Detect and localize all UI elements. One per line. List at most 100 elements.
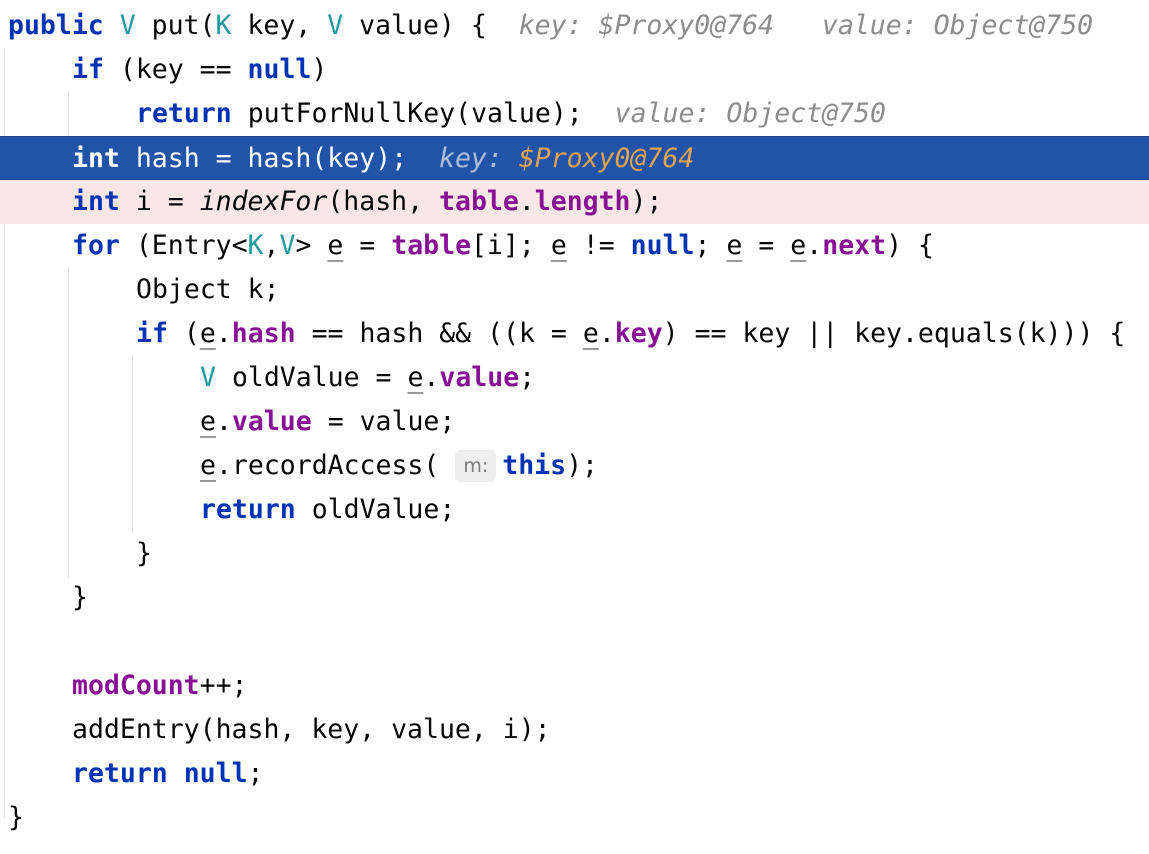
code-text: != (582, 230, 615, 261)
method-call: indexFor (199, 186, 328, 217)
code-text: oldValue = (231, 362, 392, 393)
debug-inline-value: key: $Proxy0@764 (439, 143, 694, 174)
code-text: ) (311, 54, 328, 85)
keyword: return (136, 98, 232, 129)
code-editor[interactable]: public V put(K key, V value) { key: $Pro… (0, 0, 1149, 854)
code-line-1[interactable]: public V put(K key, V value) { key: $Pro… (0, 4, 1149, 48)
keyword: int (72, 143, 120, 174)
code-line-2[interactable]: if (key == null) (0, 48, 1149, 92)
debug-var-name: value: (821, 10, 918, 41)
code-text: .recordAccess( (215, 450, 440, 481)
field-ref: hash (231, 318, 296, 349)
code-text: . (215, 406, 232, 437)
code-text: put( (151, 10, 216, 41)
debug-var-value: Object@750 (933, 10, 1094, 41)
debug-var-name: value: (614, 98, 711, 129)
debug-inline-value: value: Object@750 (822, 10, 1093, 41)
field-ref: value (231, 406, 312, 437)
keyword: public (8, 10, 104, 41)
field-ref: table (391, 230, 472, 261)
field-ref: key (614, 318, 663, 349)
code-line-10[interactable]: e.value = value; (0, 400, 1149, 444)
code-text: = value; (327, 406, 456, 437)
code-line-16[interactable]: modCount++; (0, 664, 1149, 708)
field-ref: table (439, 186, 519, 217)
variable-ref: e (790, 230, 807, 261)
code-text: . (806, 230, 823, 261)
debug-inline-value: key: $Proxy0@764 (519, 10, 774, 41)
field-ref: modCount (72, 670, 200, 701)
code-line-9[interactable]: V oldValue = e.value; (0, 356, 1149, 400)
code-text: == hash && ((k = (311, 318, 567, 349)
keyword: if (72, 54, 104, 85)
keyword: return (72, 758, 168, 789)
code-line-7[interactable]: Object k; (0, 268, 1149, 312)
debug-var-name: key: (518, 10, 583, 41)
code-line-5[interactable]: int i = indexFor(hash, table.length); (0, 180, 1149, 224)
variable-ref: e (407, 362, 424, 393)
debug-var-name: key: (439, 143, 503, 174)
code-text: addEntry(hash, key, value, i); (72, 714, 551, 745)
code-text: ) == key || key.equals(k))) { (662, 318, 1126, 349)
type-param: V (279, 230, 296, 261)
code-line-17[interactable]: addEntry(hash, key, value, i); (0, 708, 1149, 752)
code-text: ); (566, 450, 598, 481)
closing-brace: } (136, 538, 152, 569)
variable-ref: e (199, 318, 216, 349)
code-text: value) { (359, 10, 487, 41)
code-text: Object k; (136, 274, 280, 305)
field-ref: length (534, 186, 631, 217)
current-execution-line[interactable]: int hash = hash(key); key: $Proxy0@764 (0, 136, 1149, 180)
code-text: ++; (199, 670, 248, 701)
variable-ref: e (550, 230, 567, 261)
code-text: = (359, 230, 376, 261)
variable-ref: e (582, 318, 599, 349)
debug-var-value: $Proxy0@764 (598, 10, 775, 41)
code-text: ; (519, 362, 536, 393)
keyword: null (247, 54, 312, 85)
code-text: (Entry< (135, 230, 248, 261)
type-param: V (200, 362, 216, 393)
code-text: ( (183, 318, 200, 349)
code-text: hash = hash(key); (135, 143, 408, 174)
code-text: . (518, 186, 535, 217)
debug-inline-value: value: Object@750 (615, 98, 886, 129)
variable-ref: e (327, 230, 344, 261)
code-text: ; (694, 230, 711, 261)
code-text: . (215, 318, 232, 349)
code-text: i = (135, 186, 184, 217)
code-line-19[interactable]: } (0, 796, 1149, 840)
code-line-8[interactable]: if (e.hash == hash && ((k = e.key) == ke… (0, 312, 1149, 356)
code-text: ) { (886, 230, 934, 261)
variable-ref: e (200, 406, 216, 437)
code-line-6[interactable]: for (Entry<K,V> e = table[i]; e != null;… (0, 224, 1149, 268)
field-ref: value (439, 362, 520, 393)
code-line-12[interactable]: return oldValue; (0, 488, 1149, 532)
keyword: int (72, 186, 120, 217)
code-text: > (295, 230, 312, 261)
code-text: [i]; (471, 230, 535, 261)
code-text: ; (247, 758, 264, 789)
variable-ref: e (200, 450, 216, 481)
debug-var-value: $Proxy0@764 (518, 143, 695, 174)
code-text: putForNullKey(value); (247, 98, 583, 129)
variable-ref: e (726, 230, 743, 261)
code-text: . (598, 318, 615, 349)
keyword: if (136, 318, 168, 349)
code-line-11[interactable]: e.recordAccess( m: this); (0, 444, 1149, 488)
code-line-14[interactable]: } (0, 576, 1149, 620)
code-text: , (263, 230, 280, 261)
code-line-18[interactable]: return null; (0, 752, 1149, 796)
code-text: . (423, 362, 440, 393)
keyword: null (630, 230, 695, 261)
keyword: this (502, 450, 567, 481)
code-line-3[interactable]: return putForNullKey(value); value: Obje… (0, 92, 1149, 136)
keyword: for (72, 230, 120, 261)
code-text: (hash, (327, 186, 424, 217)
code-text: ); (630, 186, 663, 217)
closing-brace: } (72, 582, 88, 613)
code-line-13[interactable]: } (0, 532, 1149, 576)
keyword: null (183, 758, 248, 789)
keyword: return (200, 494, 296, 525)
closing-brace: } (8, 802, 24, 833)
